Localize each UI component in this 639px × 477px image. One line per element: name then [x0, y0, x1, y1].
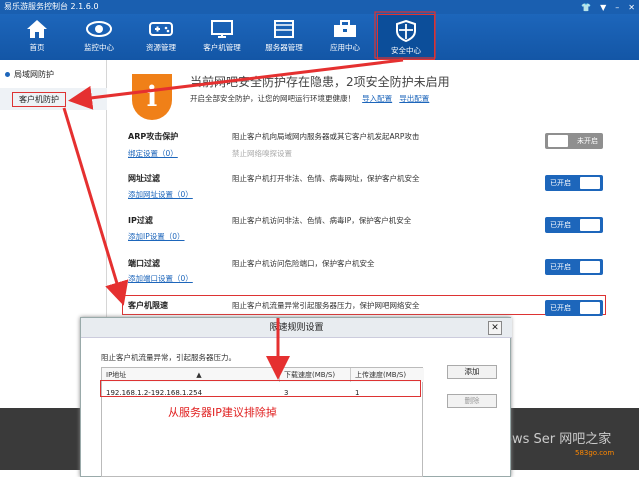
security-nav-highlight: [374, 11, 436, 59]
annotation-arrows: [62, 11, 436, 380]
arrow-to-sidebar: [68, 58, 404, 110]
arrow-to-speed-limit: [62, 107, 129, 306]
